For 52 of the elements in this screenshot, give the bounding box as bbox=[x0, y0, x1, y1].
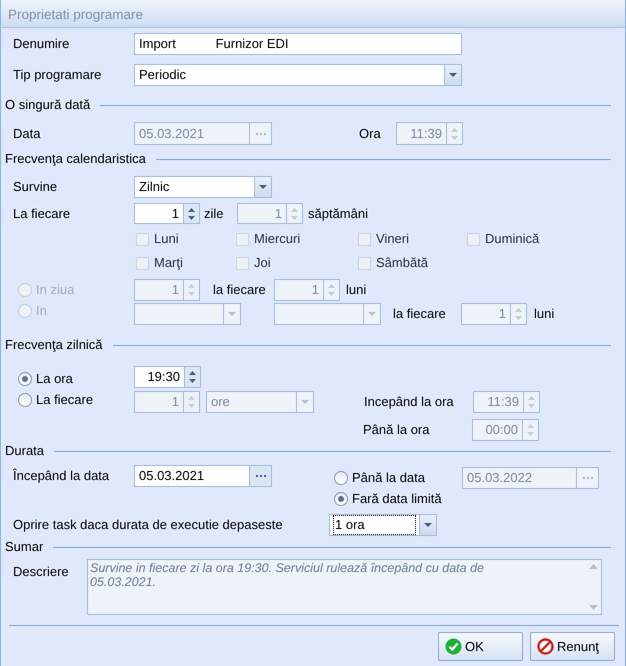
start-date-picker[interactable]: 05.03.2021 bbox=[134, 465, 272, 487]
check-icon bbox=[445, 638, 462, 655]
field-label: Până la ora bbox=[363, 421, 430, 440]
radio-label[interactable]: Până la data bbox=[352, 468, 426, 488]
caret-icon[interactable] bbox=[424, 523, 432, 527]
down-arrow-icon[interactable] bbox=[188, 216, 195, 220]
ok-button[interactable]: OK bbox=[438, 632, 523, 661]
radio-label[interactable]: La fiecare bbox=[36, 390, 94, 410]
field-label: Incepând la ora bbox=[364, 393, 455, 412]
field-label: luni bbox=[345, 281, 366, 300]
occurrence-dropdown[interactable]: Zilnic bbox=[134, 176, 272, 198]
field-label: la fiecare bbox=[212, 281, 267, 300]
field-label: Începând la data bbox=[13, 467, 110, 486]
field-label: Descriere bbox=[13, 563, 70, 581]
section-title: Durata bbox=[5, 442, 44, 460]
section-title: O singură dată bbox=[5, 96, 90, 114]
section-title: Sumar bbox=[5, 538, 44, 556]
up-arrow-icon[interactable] bbox=[189, 371, 196, 375]
name-field[interactable]: Import Furnizor EDI bbox=[134, 33, 462, 55]
radio-label[interactable]: Fară data limită bbox=[352, 489, 442, 509]
field-label: Denumire bbox=[13, 35, 70, 54]
field-label: Oprire task daca durata de executie depaseste bbox=[13, 516, 284, 534]
field-label: Ora bbox=[359, 124, 382, 143]
description-field[interactable]: Survine in fiecare zi la ora 19:30. Serviciul rulează începând cu data de 05.03.2021. bbox=[87, 559, 602, 615]
radio-label[interactable]: La ora bbox=[36, 369, 73, 389]
field-label: luni bbox=[533, 305, 554, 324]
section-title: Frecvenţa calendaristica bbox=[5, 150, 146, 168]
field-label: la fiecare bbox=[392, 305, 447, 324]
scroll-down-icon[interactable] bbox=[588, 605, 598, 610]
field-label: Data bbox=[13, 124, 42, 143]
timeout-dropdown[interactable]: 1 ora bbox=[329, 514, 437, 536]
field-label: zile bbox=[203, 204, 225, 223]
caret-icon[interactable] bbox=[259, 185, 267, 189]
schedule-type-dropdown[interactable]: Periodic bbox=[134, 64, 462, 86]
days-spinner[interactable]: 1 bbox=[134, 203, 200, 224]
caret-icon[interactable] bbox=[449, 73, 457, 77]
section-title: Frecvenţa zilnică bbox=[5, 336, 103, 354]
up-arrow-icon[interactable] bbox=[188, 208, 195, 212]
radio-button[interactable] bbox=[18, 372, 32, 386]
scroll-up-icon[interactable] bbox=[588, 564, 598, 569]
window-title: Proprietati programare bbox=[8, 6, 144, 24]
field-label: La fiecare bbox=[13, 204, 72, 223]
field-label: săptămâni bbox=[307, 204, 368, 223]
radio-button[interactable] bbox=[334, 471, 348, 485]
radio-button[interactable] bbox=[334, 492, 348, 506]
prohibited-icon bbox=[537, 638, 554, 655]
down-arrow-icon[interactable] bbox=[189, 379, 196, 383]
field-label: Tip programare bbox=[13, 66, 102, 84]
time-spinner[interactable]: 19:30 bbox=[134, 366, 201, 388]
cancel-button[interactable]: Renunţ bbox=[530, 632, 615, 661]
field-label: Survine bbox=[13, 178, 58, 196]
radio-button[interactable] bbox=[18, 393, 32, 407]
